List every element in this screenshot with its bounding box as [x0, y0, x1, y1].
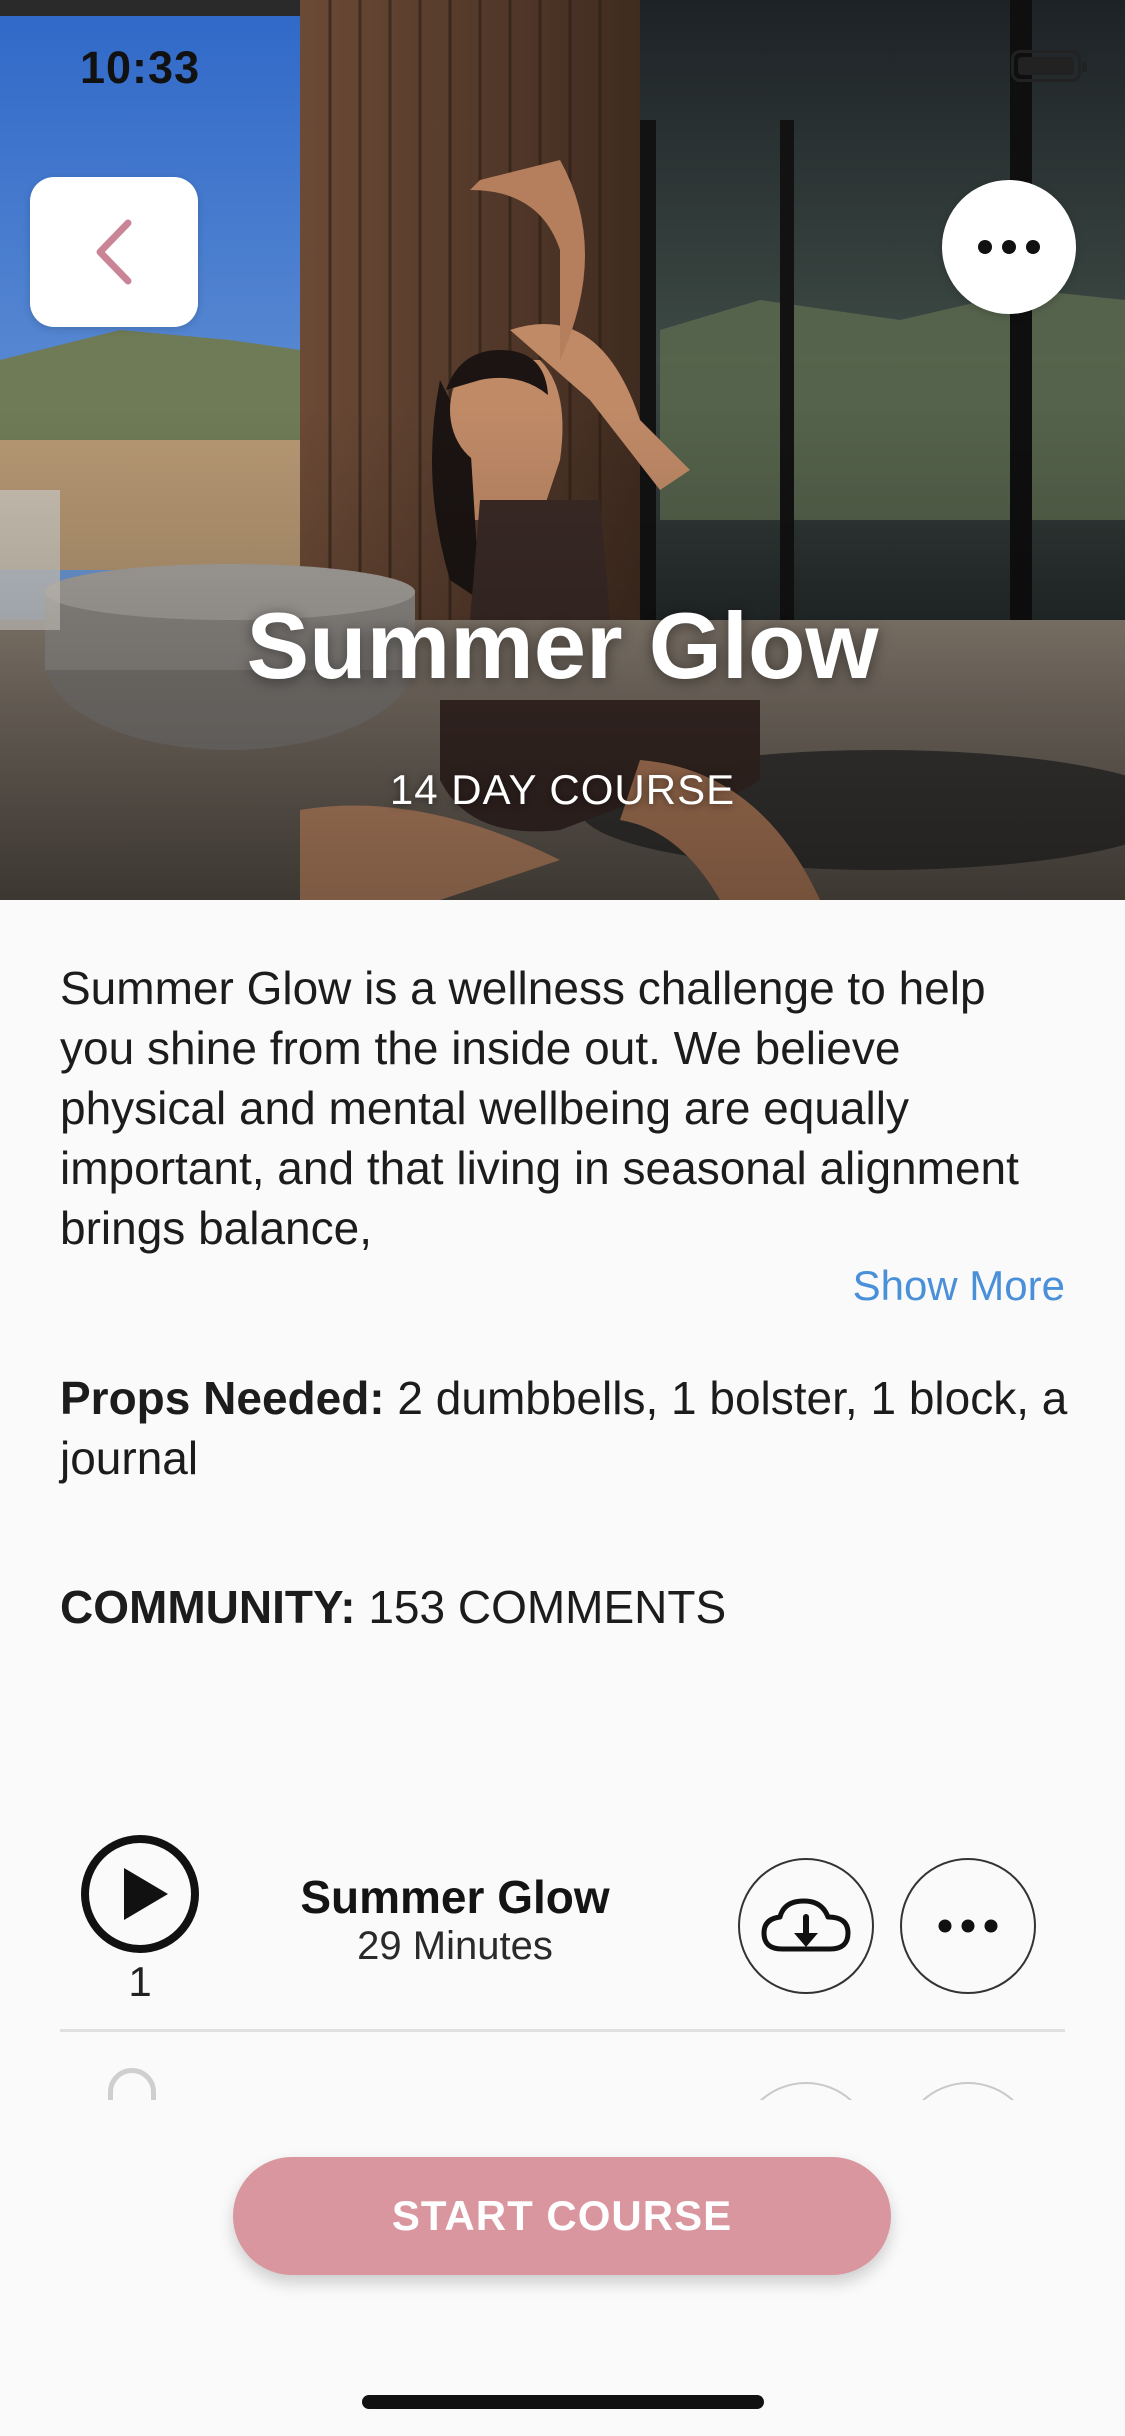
- course-description: Summer Glow is a wellness challenge to h…: [60, 962, 1019, 1254]
- lock-icon: [108, 2068, 156, 2100]
- community-comment-count: 153 COMMENTS: [355, 1581, 727, 1633]
- props-label: Props Needed:: [60, 1372, 385, 1424]
- session-title: Summer Glow: [300, 1871, 610, 1923]
- home-indicator[interactable]: [362, 2395, 764, 2409]
- ellipsis-icon: [978, 240, 1040, 254]
- community-link[interactable]: COMMUNITY: 153 COMMENTS: [60, 1580, 726, 1634]
- play-icon[interactable]: [80, 1834, 200, 1954]
- status-bar-time: 10:33: [80, 42, 201, 93]
- hero-banner: 10:33 Summer Glow 14 DAY COURSE: [0, 0, 1125, 900]
- course-title: Summer Glow: [246, 593, 879, 698]
- session-number: 1: [128, 1958, 152, 2005]
- session-row-locked-partial: [60, 2032, 1065, 2100]
- hero-more-button[interactable]: [942, 180, 1076, 314]
- props-needed: Props Needed: 2 dumbbells, 1 bolster, 1 …: [60, 1368, 1070, 1488]
- download-button[interactable]: [738, 1858, 874, 1994]
- chevron-left-icon: [96, 219, 132, 285]
- show-more-link[interactable]: Show More: [853, 1262, 1065, 1310]
- ellipsis-icon: [938, 1919, 998, 1933]
- hero-image: [0, 0, 1125, 900]
- community-label: COMMUNITY:: [60, 1581, 356, 1633]
- download-button-faded: [738, 2082, 874, 2100]
- more-button-faded: [900, 2082, 1036, 2100]
- session-more-button[interactable]: [900, 1858, 1036, 1994]
- cloud-download-icon: [761, 1898, 851, 1952]
- back-button[interactable]: [30, 177, 198, 327]
- battery-icon: [1011, 50, 1087, 82]
- session-duration: 29 Minutes: [357, 1924, 553, 1968]
- start-course-button[interactable]: START COURSE: [233, 2157, 891, 2275]
- course-length: 14 DAY COURSE: [389, 766, 736, 813]
- session-row[interactable]: 1 Summer Glow 29 Minutes: [60, 1820, 1065, 2030]
